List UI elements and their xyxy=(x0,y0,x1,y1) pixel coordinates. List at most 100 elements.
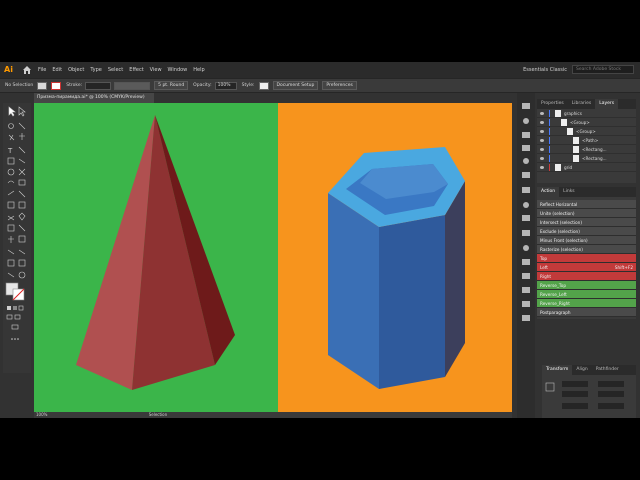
action-label: Unite (selection) xyxy=(540,211,575,216)
appearance-icon[interactable] xyxy=(523,158,529,164)
action-item[interactable]: Reverse_Left xyxy=(537,290,636,299)
tool-icons[interactable]: T xyxy=(3,103,31,373)
stock-search-input[interactable]: Search Adobe Stock xyxy=(572,65,634,74)
tab-pathfinder[interactable]: Pathfinder xyxy=(592,365,623,375)
menu-object[interactable]: Object xyxy=(68,67,84,73)
menu-type[interactable]: Type xyxy=(90,67,101,73)
character-icon[interactable] xyxy=(522,259,530,265)
fill-swatch[interactable] xyxy=(37,81,48,90)
zoom-level[interactable]: 100% xyxy=(36,412,47,417)
action-item[interactable]: Postparagraph xyxy=(537,308,636,317)
artboards-icon[interactable] xyxy=(523,245,529,251)
layer-row[interactable]: grid xyxy=(537,163,636,172)
layer-row[interactable]: <Path> xyxy=(537,136,636,145)
action-item[interactable]: Rasterize (selection) xyxy=(537,245,636,254)
image-trace-icon[interactable] xyxy=(522,230,530,236)
layer-name: <Group> xyxy=(576,129,596,134)
color-icon[interactable] xyxy=(523,118,529,124)
layer-name: graphics xyxy=(564,111,582,116)
swatches-icon[interactable] xyxy=(522,103,530,109)
stroke-icon[interactable] xyxy=(522,187,530,193)
layer-color-bar xyxy=(549,110,550,117)
layer-thumbnail xyxy=(567,128,573,135)
action-item[interactable]: Exclude (selection) xyxy=(537,227,636,236)
opacity-field[interactable]: 100% xyxy=(214,81,237,90)
action-label: Top xyxy=(540,256,548,261)
asset-export-icon[interactable] xyxy=(522,301,530,307)
style-swatch[interactable] xyxy=(258,81,269,90)
layer-color-bar xyxy=(549,164,550,171)
opacity-label: Opacity: xyxy=(193,83,212,88)
menu-view[interactable]: View xyxy=(150,67,162,73)
variable-width-field[interactable] xyxy=(114,81,151,90)
visibility-eye-icon[interactable] xyxy=(540,130,544,133)
menu-file[interactable]: File xyxy=(38,67,46,73)
tab-links[interactable]: Links xyxy=(559,187,579,197)
visibility-eye-icon[interactable] xyxy=(540,166,544,169)
workspace-switcher[interactable]: Essentials Classic xyxy=(523,67,567,73)
document-tab[interactable]: Призма-пирамида.ai* @ 100% (CMYK/Preview… xyxy=(34,93,154,103)
home-icon[interactable] xyxy=(22,65,32,75)
brushes-icon[interactable] xyxy=(522,132,530,138)
artwork-canvas[interactable] xyxy=(34,103,512,412)
action-item[interactable]: Reverse_Top xyxy=(537,281,636,290)
stroke-weight-field[interactable] xyxy=(85,81,112,90)
menu-help[interactable]: Help xyxy=(193,67,204,73)
layer-row[interactable]: <Group> xyxy=(537,127,636,136)
tab-properties[interactable]: Properties xyxy=(537,99,568,109)
layer-color-bar xyxy=(549,137,550,144)
stroke-label: Stroke: xyxy=(66,83,83,88)
layer-row[interactable]: <Group> xyxy=(537,118,636,127)
tab-layers[interactable]: Layers xyxy=(595,99,619,109)
tab-align[interactable]: Align xyxy=(572,365,591,375)
action-item[interactable]: Intersect (selection) xyxy=(537,218,636,227)
menu-effect[interactable]: Effect xyxy=(129,67,143,73)
pyramid-shape xyxy=(76,115,235,390)
visibility-eye-icon[interactable] xyxy=(540,148,544,151)
actions-panel-tabs: Action Links xyxy=(537,187,636,197)
action-label: Right xyxy=(540,274,552,279)
layer-row[interactable]: <Rectang... xyxy=(537,145,636,154)
opentype-icon[interactable] xyxy=(522,287,530,293)
navigator-icon[interactable] xyxy=(522,315,530,321)
action-label: Reverse_Right xyxy=(540,301,570,306)
layer-thumbnail xyxy=(573,137,579,144)
stroke-swatch[interactable] xyxy=(51,81,62,90)
layers-panel-tabs: Properties Libraries Layers xyxy=(537,99,636,109)
graphic-styles-icon[interactable] xyxy=(522,172,530,178)
action-label: Rasterize (selection) xyxy=(540,247,583,252)
layer-row[interactable]: <Rectang... xyxy=(537,154,636,163)
action-item[interactable]: Unite (selection) xyxy=(537,209,636,218)
paragraph-icon[interactable] xyxy=(522,273,530,279)
layers-list: graphics <Group> <Group> <Path> <Rectang... <… xyxy=(537,109,636,172)
menu-select[interactable]: Select xyxy=(108,67,123,73)
menu-bar: Ai File Edit Object Type Select Effect V… xyxy=(0,62,640,78)
visibility-eye-icon[interactable] xyxy=(540,112,544,115)
action-item[interactable]: Reflect Horizontal xyxy=(537,200,636,209)
layer-row[interactable]: graphics xyxy=(537,109,636,118)
transform-fields[interactable] xyxy=(542,375,636,418)
visibility-eye-icon[interactable] xyxy=(540,121,544,124)
visibility-eye-icon[interactable] xyxy=(540,139,544,142)
action-item[interactable]: Top xyxy=(537,254,636,263)
transparency-icon[interactable] xyxy=(522,215,530,221)
tab-libraries[interactable]: Libraries xyxy=(568,99,595,109)
brush-dropdown[interactable]: 5 pt. Round xyxy=(154,81,189,90)
artboard[interactable] xyxy=(34,103,512,412)
action-item[interactable]: Reverse_Right xyxy=(537,299,636,308)
action-label: Minus Front (selection) xyxy=(540,238,588,243)
gradient-icon[interactable] xyxy=(523,202,529,208)
action-item[interactable]: Right xyxy=(537,272,636,281)
menu-window[interactable]: Window xyxy=(168,67,188,73)
symbols-icon[interactable] xyxy=(522,145,530,151)
tab-actions[interactable]: Action xyxy=(537,187,560,197)
action-label: Reflect Horizontal xyxy=(540,202,578,207)
visibility-eye-icon[interactable] xyxy=(540,157,544,160)
preferences-button[interactable]: Preferences xyxy=(322,81,357,90)
menu-edit[interactable]: Edit xyxy=(52,67,62,73)
actions-list: Reflect Horizontal Unite (selection) Inter… xyxy=(537,200,636,317)
document-setup-button[interactable]: Document Setup xyxy=(272,81,319,90)
action-item[interactable]: Left Shift+F2 xyxy=(537,263,636,272)
action-item[interactable]: Minus Front (selection) xyxy=(537,236,636,245)
tab-transform[interactable]: Transform xyxy=(542,365,573,375)
